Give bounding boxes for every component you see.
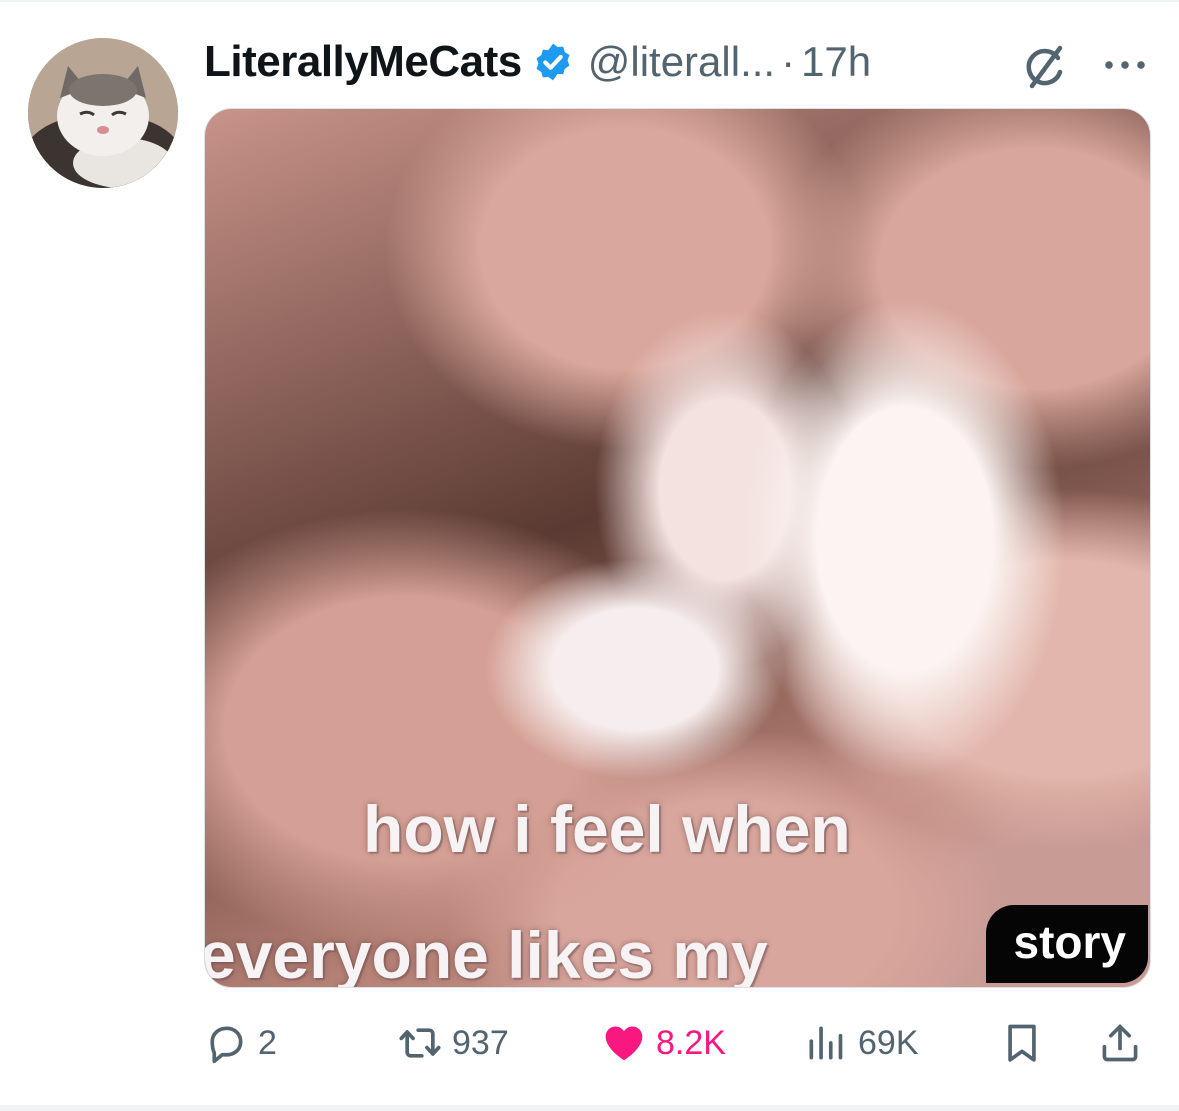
verified-badge-icon[interactable] [532,41,574,83]
bookmark-icon [1008,1024,1036,1062]
bottom-divider [0,1105,1179,1111]
grok-icon[interactable] [1020,42,1070,92]
post-media-image[interactable]: how i feel when everyone likes my story [204,108,1151,988]
repost-button[interactable]: 937 [398,1018,509,1068]
repost-icon [399,1028,441,1058]
author-handle[interactable]: @literall... [588,38,775,86]
reply-icon [210,1026,243,1064]
views-count: 69K [858,1023,919,1062]
avatar-cat-image [28,38,178,188]
like-count: 8.2K [656,1023,726,1062]
reply-count: 2 [258,1023,277,1062]
meme-caption-line-2: everyone likes my [204,918,768,988]
story-badge: story [985,905,1148,983]
repost-count: 937 [452,1023,509,1062]
share-button[interactable] [1098,1018,1142,1068]
post-header: LiterallyMeCats @literall... · 17h [204,30,871,94]
views-button[interactable]: 69K [804,1018,919,1068]
views-icon [809,1026,843,1060]
heart-icon [605,1026,643,1061]
top-divider [0,0,1179,2]
meme-caption-line-1: how i feel when [363,792,851,866]
author-display-name[interactable]: LiterallyMeCats [204,37,522,87]
post-timestamp[interactable]: 17h [801,38,871,86]
bookmark-button[interactable] [1000,1018,1044,1068]
avatar[interactable] [28,38,178,188]
header-separator: · [781,38,796,85]
like-button[interactable]: 8.2K [602,1018,726,1068]
post-action-bar: 2 937 8.2K 69K [204,1018,1151,1068]
reply-button[interactable]: 2 [204,1018,277,1068]
share-icon [1102,1024,1138,1062]
more-icon[interactable] [1102,56,1148,74]
